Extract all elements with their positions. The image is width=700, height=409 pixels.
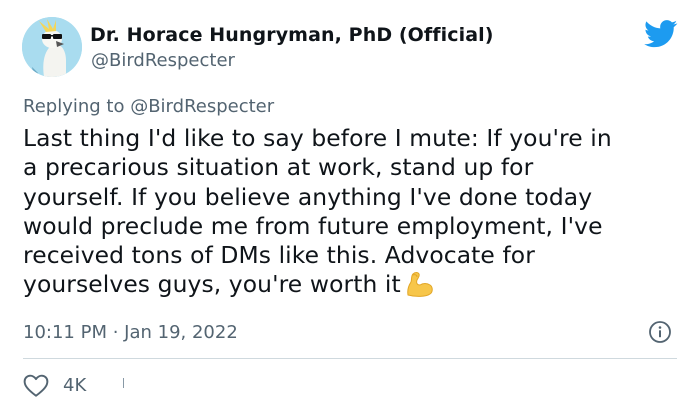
tweet-text-line: Last thing I'd like to say before I mute…	[23, 124, 612, 152]
replying-to-line: Replying to @BirdRespecter	[23, 96, 274, 117]
twitter-bird-icon[interactable]	[644, 20, 678, 48]
tweet-timestamp[interactable]: 10:11 PM · Jan 19, 2022	[23, 322, 238, 343]
tweet-text-line: yourselves guys, you're worth it	[23, 270, 401, 299]
author-handle[interactable]: @BirdRespecter	[91, 50, 235, 71]
replying-to-mention[interactable]: @BirdRespecter	[130, 96, 274, 117]
tweet-text-line: received tons of DMs like this. Advocate…	[23, 241, 535, 270]
action-separator	[123, 378, 124, 388]
tweet-text-line: a precarious situation at work, stand up…	[23, 153, 534, 182]
avatar[interactable]	[22, 17, 82, 77]
divider	[23, 358, 677, 359]
heart-icon[interactable]	[23, 374, 49, 398]
like-count[interactable]: 4K	[63, 375, 86, 396]
info-icon[interactable]	[648, 320, 672, 344]
tweet-text: Last thing I'd like to say before I mute…	[23, 124, 683, 300]
tweet-text-line: yourself. If you believe anything I've d…	[23, 182, 593, 211]
flexed-biceps-emoji	[407, 272, 433, 298]
author-display-name[interactable]: Dr. Horace Hungryman, PhD (Official)	[90, 24, 494, 46]
cockatoo-avatar-image	[22, 17, 82, 77]
tweet-text-line: would preclude me from future employment…	[23, 211, 603, 240]
tweet-card: Dr. Horace Hungryman, PhD (Official) @Bi…	[0, 0, 700, 409]
tweet-text-last-line: yourselves guys, you're worth it	[23, 270, 683, 299]
replying-to-prefix: Replying to	[23, 96, 131, 117]
